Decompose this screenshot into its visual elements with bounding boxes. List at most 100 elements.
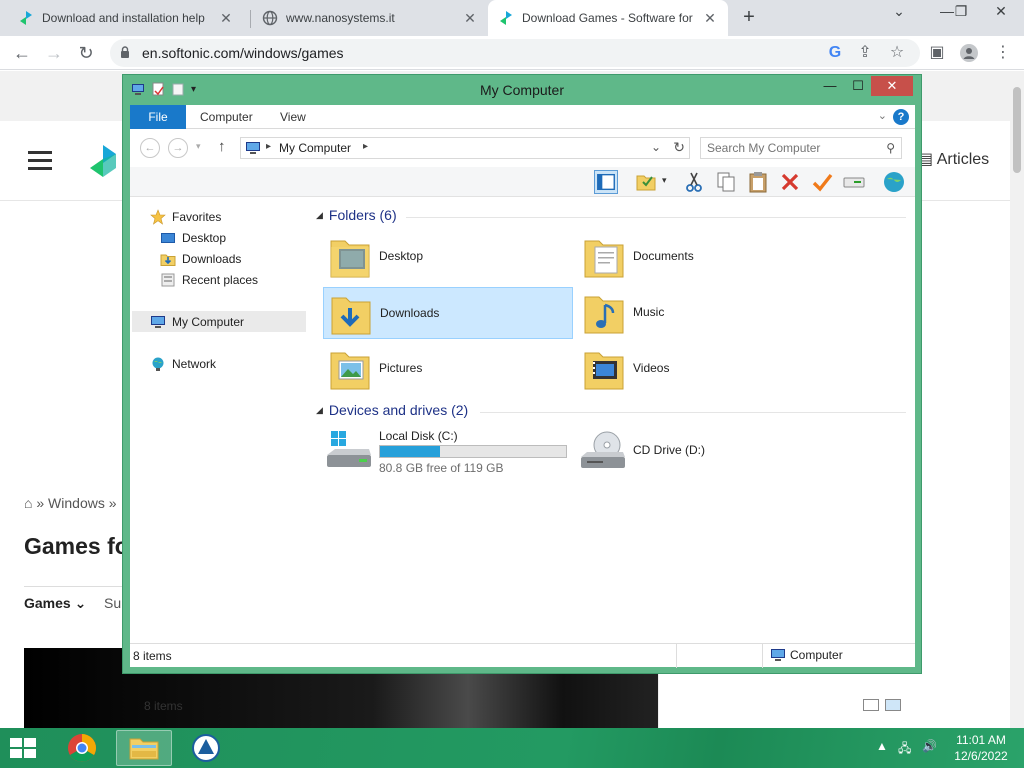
tab-search-chevron-icon[interactable]: ⌄ (884, 3, 914, 20)
browser-tab-help[interactable]: Download and installation help ✕ (8, 0, 244, 36)
paste-icon[interactable] (746, 170, 770, 194)
up-arrow-icon[interactable]: ↑ (218, 138, 226, 155)
tab-file[interactable]: File (130, 105, 186, 129)
scrollbar-thumb[interactable] (1013, 87, 1021, 173)
articles-link[interactable]: ▤ Articles (918, 149, 989, 169)
nav-recent-places[interactable]: Recent places (160, 270, 258, 290)
minimize-button[interactable]: — (815, 76, 845, 96)
computer-icon (151, 316, 165, 328)
network-globe-icon[interactable] (882, 170, 906, 194)
nav-my-computer[interactable]: My Computer (150, 312, 244, 332)
search-box[interactable]: ⚲ (700, 137, 902, 159)
maximize-button[interactable]: ☐ (843, 76, 873, 96)
forward-button[interactable]: → (168, 138, 188, 158)
reload-button[interactable]: ↻ (74, 41, 98, 65)
recent-locations-chevron-icon[interactable]: ▾ (196, 141, 201, 152)
taskbar-file-explorer[interactable] (116, 730, 172, 766)
browser-tab-nanosystems[interactable]: www.nanosystems.it ✕ (252, 0, 488, 36)
devices-group-header[interactable]: ◢ Devices and drives (2) (316, 402, 468, 418)
folders-group-header[interactable]: ◢ Folders (6) (316, 207, 397, 223)
properties-folder-icon[interactable] (634, 170, 658, 194)
expand-ribbon-chevron-icon[interactable]: ⌄ (878, 109, 887, 122)
folder-documents[interactable]: Documents (577, 231, 827, 283)
clock[interactable]: 11:01 AM 12/6/2022 (950, 732, 1012, 764)
close-tab-icon[interactable]: ✕ (462, 10, 478, 27)
taskbar-pinned-app[interactable] (178, 730, 234, 766)
show-hidden-icons-icon[interactable]: ▲ (876, 739, 888, 753)
folder-downloads[interactable]: Downloads (323, 287, 573, 339)
nav-network[interactable]: Network (150, 354, 216, 374)
back-button[interactable]: ← (140, 138, 160, 158)
nav-desktop[interactable]: Desktop (160, 228, 226, 248)
new-tab-button[interactable]: + (738, 5, 760, 29)
network-tray-icon[interactable]: 🖧 (898, 739, 911, 760)
documents-folder-icon (584, 240, 624, 278)
restore-browser-button[interactable]: ❐ (946, 3, 976, 20)
status-location: Computer (770, 648, 843, 662)
tab-view[interactable]: View (280, 105, 306, 129)
hard-drive-icon (327, 431, 371, 467)
collapse-caret-icon[interactable]: ◢ (316, 210, 323, 221)
breadcrumb: ⌂ » Windows » (24, 495, 117, 511)
drive-cd-d[interactable]: CD Drive (D:) (577, 425, 777, 475)
close-browser-button[interactable]: ✕ (986, 3, 1016, 20)
address-history-chevron-icon[interactable]: ⌄ (651, 140, 661, 154)
volume-icon[interactable]: 🔊 (922, 739, 937, 753)
folder-pictures[interactable]: Pictures (323, 343, 573, 395)
help-icon[interactable]: ? (893, 109, 909, 125)
preview-pane-icon[interactable] (594, 170, 618, 194)
file-explorer-icon (129, 738, 159, 760)
address-path[interactable]: My Computer (279, 141, 351, 155)
path-separator-icon[interactable]: ▸ (363, 141, 368, 152)
subcategory-tab[interactable]: Su (104, 595, 121, 611)
item-count: 8 items (144, 699, 183, 713)
explorer-address-bar[interactable]: ▸ My Computer ▸ ⌄ ↻ (240, 137, 690, 159)
collapse-caret-icon[interactable]: ◢ (316, 405, 323, 416)
rename-check-icon[interactable] (810, 170, 834, 194)
nav-downloads[interactable]: Downloads (160, 249, 241, 269)
taskbar-chrome[interactable] (54, 730, 110, 766)
softonic-logo[interactable] (88, 143, 118, 179)
close-tab-icon[interactable]: ✕ (218, 10, 234, 27)
delete-icon[interactable] (778, 170, 802, 194)
folder-videos[interactable]: Videos (577, 343, 827, 395)
forward-button[interactable]: → (42, 41, 66, 65)
chrome-icon (68, 734, 96, 762)
browser-tab-games[interactable]: Download Games - Software for ✕ (488, 0, 728, 36)
google-lens-icon[interactable]: G (826, 44, 844, 62)
close-button[interactable]: ✕ (871, 76, 913, 96)
organize-chevron-icon[interactable]: ▾ (662, 175, 667, 186)
drive-local-disk-c[interactable]: Local Disk (C:) 80.8 GB free of 119 GB (323, 425, 573, 475)
tab-computer[interactable]: Computer (200, 105, 253, 129)
address-bar[interactable]: en.softonic.com/windows/games G ⇪ ☆ (110, 39, 920, 67)
profile-avatar[interactable] (960, 44, 978, 62)
refresh-icon[interactable]: ↻ (673, 139, 685, 156)
tab-title: www.nanosystems.it (286, 11, 395, 25)
browser-menu-icon[interactable]: ⋮ (994, 44, 1012, 62)
folder-desktop[interactable]: Desktop (323, 231, 573, 283)
close-tab-icon[interactable]: ✕ (702, 10, 718, 27)
games-dropdown[interactable]: Games ⌄ (24, 595, 86, 612)
home-icon[interactable]: ⌂ (24, 495, 32, 511)
path-separator-icon[interactable]: ▸ (266, 141, 271, 152)
folder-music[interactable]: Music (577, 287, 827, 339)
nav-favorites[interactable]: Favorites (150, 207, 221, 227)
cut-icon[interactable] (682, 170, 706, 194)
copy-icon[interactable] (714, 170, 738, 194)
share-icon[interactable]: ⇪ (856, 44, 874, 62)
drive-usage-bar (379, 445, 567, 458)
bookmark-star-icon[interactable]: ☆ (888, 44, 906, 62)
search-input[interactable] (707, 140, 877, 156)
chevron-down-icon: ⌄ (74, 595, 87, 611)
start-button[interactable] (8, 736, 38, 760)
explorer-title-bar[interactable]: ▾ My Computer — ☐ ✕ (123, 75, 921, 105)
page-scrollbar[interactable] (1010, 71, 1024, 728)
map-drive-icon[interactable] (842, 170, 866, 194)
back-button[interactable]: ← (10, 41, 34, 65)
hamburger-menu-icon[interactable] (28, 151, 52, 170)
large-icons-view-icon[interactable] (885, 699, 901, 711)
breadcrumb-windows[interactable]: Windows (48, 495, 105, 511)
status-divider (676, 644, 677, 668)
side-panel-icon[interactable]: ▣ (928, 44, 946, 62)
details-view-icon[interactable] (863, 699, 879, 711)
